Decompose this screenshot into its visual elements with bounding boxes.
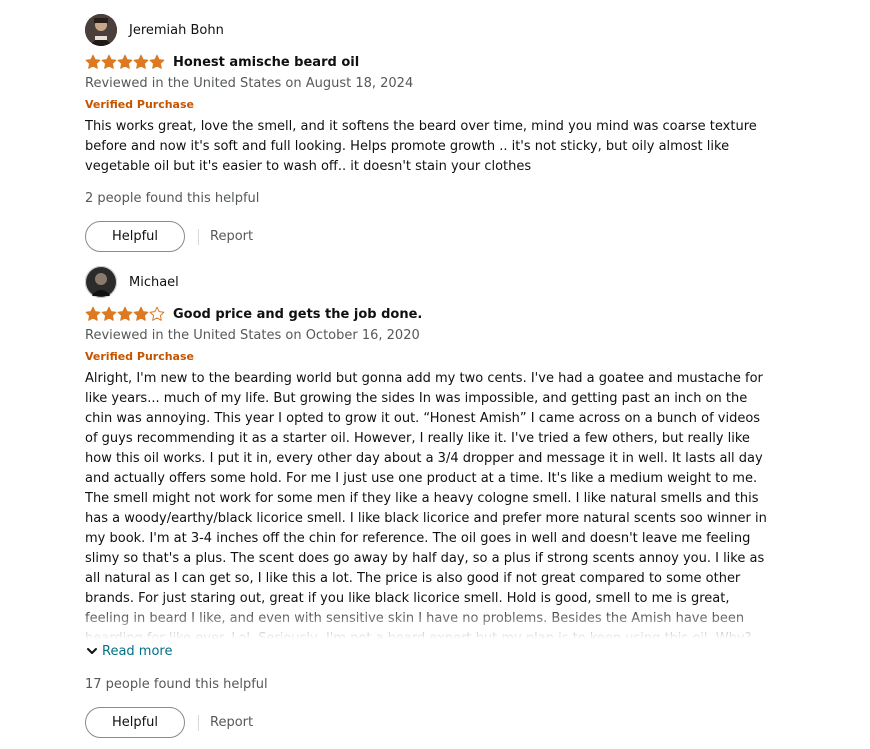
verified-purchase-badge[interactable]: Verified Purchase xyxy=(85,349,785,365)
review-card: Jeremiah Bohn Honest amische beard oil R… xyxy=(85,14,785,252)
divider xyxy=(198,714,199,731)
star-filled-icon xyxy=(133,306,149,321)
helpful-button[interactable]: Helpful xyxy=(85,707,185,738)
report-link[interactable]: Report xyxy=(210,229,253,244)
star-filled-icon xyxy=(149,54,165,69)
helpful-count: 2 people found this helpful xyxy=(85,191,260,206)
star-rating[interactable] xyxy=(85,54,165,70)
star-empty-icon xyxy=(149,306,165,321)
reviewer-name: Jeremiah Bohn xyxy=(129,22,224,38)
avatar-photo-icon xyxy=(85,14,117,46)
review-title[interactable]: Honest amische beard oil xyxy=(173,55,359,70)
star-filled-icon xyxy=(85,54,101,69)
read-more-link[interactable]: Read more xyxy=(85,641,785,661)
review-title[interactable]: Good price and gets the job done. xyxy=(173,307,422,322)
review-card: Michael Good price and gets the job done… xyxy=(85,266,785,738)
review-date: Reviewed in the United States on October… xyxy=(85,328,420,343)
report-link[interactable]: Report xyxy=(210,715,253,730)
review-date: Reviewed in the United States on August … xyxy=(85,76,414,91)
reviewer-profile[interactable]: Michael xyxy=(85,266,785,298)
avatar[interactable] xyxy=(85,266,117,298)
review-body: This works great, love the smell, and it… xyxy=(85,119,757,174)
helpful-button[interactable]: Helpful xyxy=(85,221,185,252)
verified-purchase-badge[interactable]: Verified Purchase xyxy=(85,97,785,113)
reviewer-profile[interactable]: Jeremiah Bohn xyxy=(85,14,785,46)
star-rating[interactable] xyxy=(85,306,165,322)
review-body: Alright, I'm new to the bearding world b… xyxy=(85,369,775,639)
star-filled-icon xyxy=(101,306,117,321)
star-filled-icon xyxy=(117,306,133,321)
star-filled-icon xyxy=(85,306,101,321)
reviewer-name: Michael xyxy=(129,274,179,290)
review-title-row: Honest amische beard oil xyxy=(85,53,785,71)
star-filled-icon xyxy=(101,54,117,69)
review-title-row: Good price and gets the job done. xyxy=(85,305,785,323)
avatar[interactable] xyxy=(85,14,117,46)
review-actions: Helpful Report xyxy=(85,221,785,252)
divider xyxy=(198,228,199,245)
helpful-count: 17 people found this helpful xyxy=(85,677,268,692)
star-filled-icon xyxy=(133,54,149,69)
review-actions: Helpful Report xyxy=(85,707,785,738)
read-more-label: Read more xyxy=(102,643,173,659)
avatar-photo-icon xyxy=(85,266,117,298)
chevron-down-icon xyxy=(87,648,97,654)
star-filled-icon xyxy=(117,54,133,69)
